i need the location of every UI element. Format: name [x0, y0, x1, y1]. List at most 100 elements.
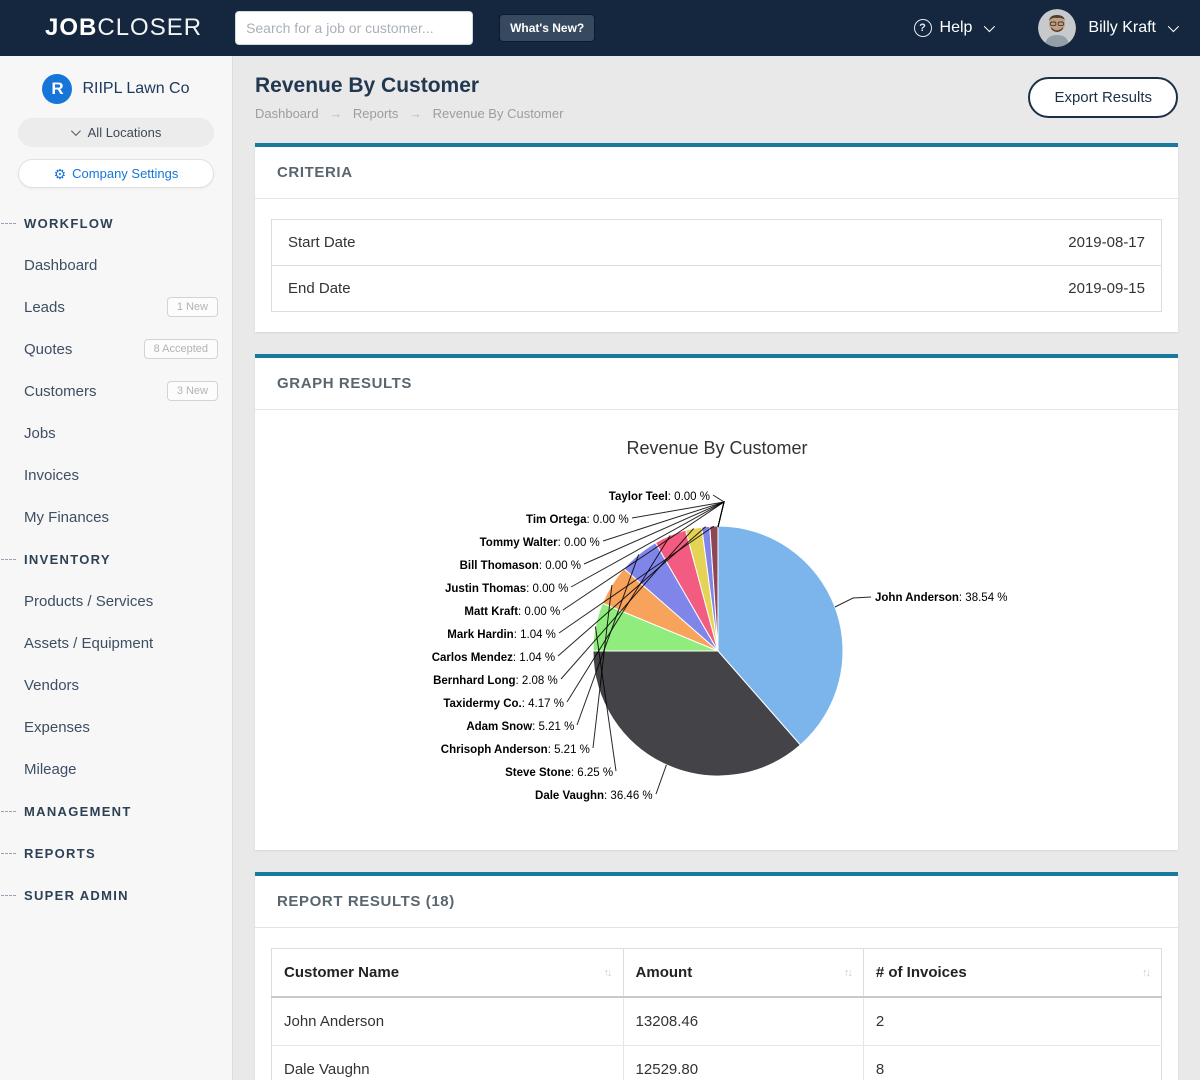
user-menu-chevron-icon[interactable] [1168, 21, 1179, 32]
sidebar-item-label: Customers [24, 383, 97, 400]
status-badge: 3 New [167, 381, 218, 401]
sidebar-item-products-services[interactable]: Products / Services [0, 580, 232, 622]
pie-label-taxidermy-co: Taxidermy Co.: 4.17 % [443, 698, 564, 710]
section-dash-icon [1, 559, 16, 560]
table-cell: Dale Vaughn [272, 1046, 624, 1080]
graph-results-panel: GRAPH RESULTS Revenue By CustomerTaylor … [255, 354, 1178, 850]
section-dash-icon [1, 895, 16, 896]
sidebar-item-assets-equipment[interactable]: Assets / Equipment [0, 622, 232, 664]
chevron-down-icon [984, 21, 995, 32]
company-settings-label: Company Settings [72, 166, 178, 181]
gear-icon: ⚙ [54, 167, 67, 181]
pie-label-tommy-walter: Tommy Walter: 0.00 % [480, 537, 600, 549]
criteria-label: End Date [288, 280, 351, 297]
sidebar-item-vendors[interactable]: Vendors [0, 664, 232, 706]
sidebar-item-my-finances[interactable]: My Finances [0, 496, 232, 538]
pie-label-bill-thomason: Bill Thomason: 0.00 % [460, 560, 581, 572]
avatar-image [1038, 9, 1076, 47]
table-cell: 8 [863, 1046, 1161, 1080]
pie-label-bernhard-long: Bernhard Long: 2.08 % [433, 675, 558, 687]
whats-new-button[interactable]: What's New? [499, 14, 595, 42]
criteria-heading: CRITERIA [255, 147, 1178, 199]
sidebar-item-customers[interactable]: Customers 3 New [0, 370, 232, 412]
sidebar-section-header-super-admin[interactable]: SUPER ADMIN [0, 874, 232, 916]
help-menu[interactable]: ? Help [914, 19, 993, 37]
table-cell: John Anderson [272, 997, 624, 1046]
sidebar-item-label: Jobs [24, 425, 56, 442]
logo-bold: JOB [45, 14, 97, 41]
breadcrumb: Dashboard → Reports → Revenue By Custome… [255, 106, 563, 121]
sort-icon[interactable]: ↑↓ [1142, 967, 1149, 979]
sidebar-item-leads[interactable]: Leads1 New [0, 286, 232, 328]
sidebar-item-label: Expenses [24, 719, 90, 736]
criteria-table: Start Date 2019-08-17 End Date 2019-09-15 [271, 219, 1162, 312]
main-content: Revenue By Customer Dashboard → Reports … [233, 56, 1200, 1080]
pie-label-dale-vaughn: Dale Vaughn: 36.46 % [535, 790, 653, 802]
criteria-row-start-date: Start Date 2019-08-17 [272, 220, 1161, 265]
sidebar-section-label: INVENTORY [24, 552, 111, 567]
chart-area: Revenue By Customer Taylor Teel: 0.00 % Ti… [255, 410, 1178, 850]
sidebar-section-label: MANAGEMENT [24, 804, 132, 819]
pie-label-matt-kraft: Matt Kraft: 0.00 % [464, 606, 560, 618]
revenue-pie-chart: Revenue By Customer Taylor Teel: 0.00 % Ti… [255, 410, 1178, 850]
sidebar-nav: WORKFLOW DashboardLeads1 NewQuotes8 Accep… [0, 188, 232, 916]
app-logo[interactable]: JOBCLOSER [45, 14, 202, 42]
sidebar-item-jobs[interactable]: Jobs [0, 412, 232, 454]
sidebar-section-header-inventory[interactable]: INVENTORY [0, 538, 232, 580]
criteria-value: 2019-08-17 [1068, 234, 1145, 251]
col-header-customer-name[interactable]: Customer Name↑↓ [272, 949, 624, 998]
col-header-of-invoices[interactable]: # of Invoices ↑↓ [863, 949, 1161, 998]
chart-title: Revenue By Customer [626, 438, 807, 458]
sidebar-item-expenses[interactable]: Expenses [0, 706, 232, 748]
user-name[interactable]: Billy Kraft [1088, 19, 1156, 37]
sidebar-item-invoices[interactable]: Invoices [0, 454, 232, 496]
col-header-amount[interactable]: Amount↑↓ [623, 949, 863, 998]
breadcrumb-item-current: Revenue By Customer [433, 106, 564, 121]
sidebar-section-header-reports[interactable]: REPORTS [0, 832, 232, 874]
sidebar-item-label: Products / Services [24, 593, 153, 610]
criteria-label: Start Date [288, 234, 356, 251]
pie-label-mark-hardin: Mark Hardin: 1.04 % [447, 629, 556, 641]
table-cell: 12529.80 [623, 1046, 863, 1080]
sidebar-section-super-admin: SUPER ADMIN [0, 874, 232, 916]
sidebar-item-label: Assets / Equipment [24, 635, 153, 652]
sidebar-section-reports: REPORTS [0, 832, 232, 874]
sidebar-section-management: MANAGEMENT [0, 790, 232, 832]
app-root: JOBCLOSER What's New? ? Help [0, 0, 1200, 1080]
criteria-panel: CRITERIA Start Date 2019-08-17 End Date 201… [255, 143, 1178, 332]
company-name: RIIPL Lawn Co [82, 80, 189, 98]
column-label: # of Invoices [876, 964, 967, 981]
pie-label-steve-stone: Steve Stone: 6.25 % [505, 767, 613, 779]
breadcrumb-arrow-icon: → [329, 106, 342, 121]
table-header-row: Customer Name↑↓Amount↑↓ # of Invoices ↑↓ [272, 949, 1162, 998]
sidebar-item-dashboard[interactable]: Dashboard [0, 244, 232, 286]
criteria-value: 2019-09-15 [1068, 280, 1145, 297]
search-input[interactable] [235, 11, 473, 45]
sort-icon[interactable]: ↑↓ [844, 967, 851, 979]
chevron-down-icon [71, 126, 81, 136]
company-header: R RIIPL Lawn Co [0, 72, 232, 106]
top-navbar: JOBCLOSER What's New? ? Help [0, 0, 1200, 56]
sidebar-section-header-workflow[interactable]: WORKFLOW [0, 202, 232, 244]
pie-connector-line [632, 502, 724, 527]
sidebar-section-label: WORKFLOW [24, 216, 114, 231]
breadcrumb-item-dashboard[interactable]: Dashboard [255, 106, 319, 121]
company-settings-button[interactable]: ⚙ Company Settings [18, 159, 214, 188]
pie-connector-line [835, 597, 871, 607]
pie-label-tim-ortega: Tim Ortega: 0.00 % [526, 514, 629, 526]
sidebar-item-label: Quotes [24, 341, 72, 358]
sidebar-section-inventory: INVENTORY Products / Services Assets / Equ… [0, 538, 232, 790]
table-row: Dale Vaughn12529.808 [272, 1046, 1162, 1080]
location-selector[interactable]: All Locations [18, 118, 214, 147]
export-results-button[interactable]: Export Results [1028, 77, 1178, 118]
pie-label-taylor-teel: Taylor Teel: 0.00 % [609, 491, 710, 503]
sidebar-item-mileage[interactable]: Mileage [0, 748, 232, 790]
avatar[interactable] [1038, 9, 1076, 47]
sidebar-item-quotes[interactable]: Quotes8 Accepted [0, 328, 232, 370]
pie-label-chrisoph-anderson: Chrisoph Anderson: 5.21 % [441, 744, 590, 756]
sort-icon[interactable]: ↑↓ [604, 967, 611, 979]
criteria-row-end-date: End Date 2019-09-15 [272, 265, 1161, 311]
sidebar-section-header-management[interactable]: MANAGEMENT [0, 790, 232, 832]
breadcrumb-item-reports[interactable]: Reports [353, 106, 399, 121]
table-cell: 13208.46 [623, 997, 863, 1046]
